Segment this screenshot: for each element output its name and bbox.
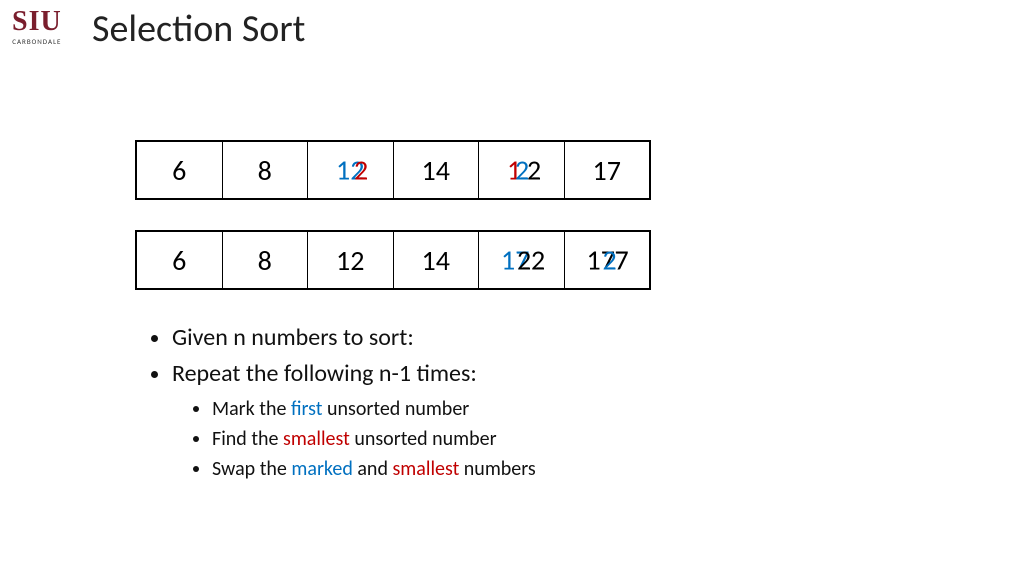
bullet-1: Given n numbers to sort: bbox=[172, 320, 536, 356]
bullet-2: Repeat the following n-1 times: Mark the… bbox=[172, 356, 536, 484]
logo-main: SIU bbox=[12, 8, 62, 36]
kw-first: first bbox=[291, 397, 323, 421]
array-cell: 14 bbox=[394, 142, 480, 198]
array-row-1: 681221412217 bbox=[135, 140, 651, 200]
array-cell: 8 bbox=[223, 142, 309, 198]
logo: SIU CARBONDALE bbox=[12, 8, 62, 45]
array-cell: 1722 bbox=[479, 232, 565, 288]
array-cell: 6 bbox=[137, 232, 223, 288]
array-cell: 12 bbox=[308, 232, 394, 288]
sub-bullet-1: Mark the first unsorted number bbox=[212, 394, 536, 424]
array-cell: 17 bbox=[565, 142, 650, 198]
array-cell: 1727 bbox=[565, 232, 650, 288]
array-row-2: 68121417221727 bbox=[135, 230, 651, 290]
sub-bullet-2: Find the smallest unsorted number bbox=[212, 424, 536, 454]
logo-sub: CARBONDALE bbox=[12, 38, 62, 45]
kw-marked: marked bbox=[291, 457, 352, 481]
kw-smallest-2: smallest bbox=[392, 457, 459, 481]
sub-bullet-3: Swap the marked and smallest numbers bbox=[212, 454, 536, 484]
page-title: Selection Sort bbox=[92, 6, 305, 52]
array-cell: 122 bbox=[308, 142, 394, 198]
arrays-region: 681221412217 68121417221727 bbox=[135, 140, 651, 320]
array-cell: 122 bbox=[479, 142, 565, 198]
array-cell: 6 bbox=[137, 142, 223, 198]
description: Given n numbers to sort: Repeat the foll… bbox=[148, 320, 536, 484]
kw-smallest: smallest bbox=[283, 427, 350, 451]
array-cell: 8 bbox=[223, 232, 309, 288]
array-cell: 14 bbox=[394, 232, 480, 288]
